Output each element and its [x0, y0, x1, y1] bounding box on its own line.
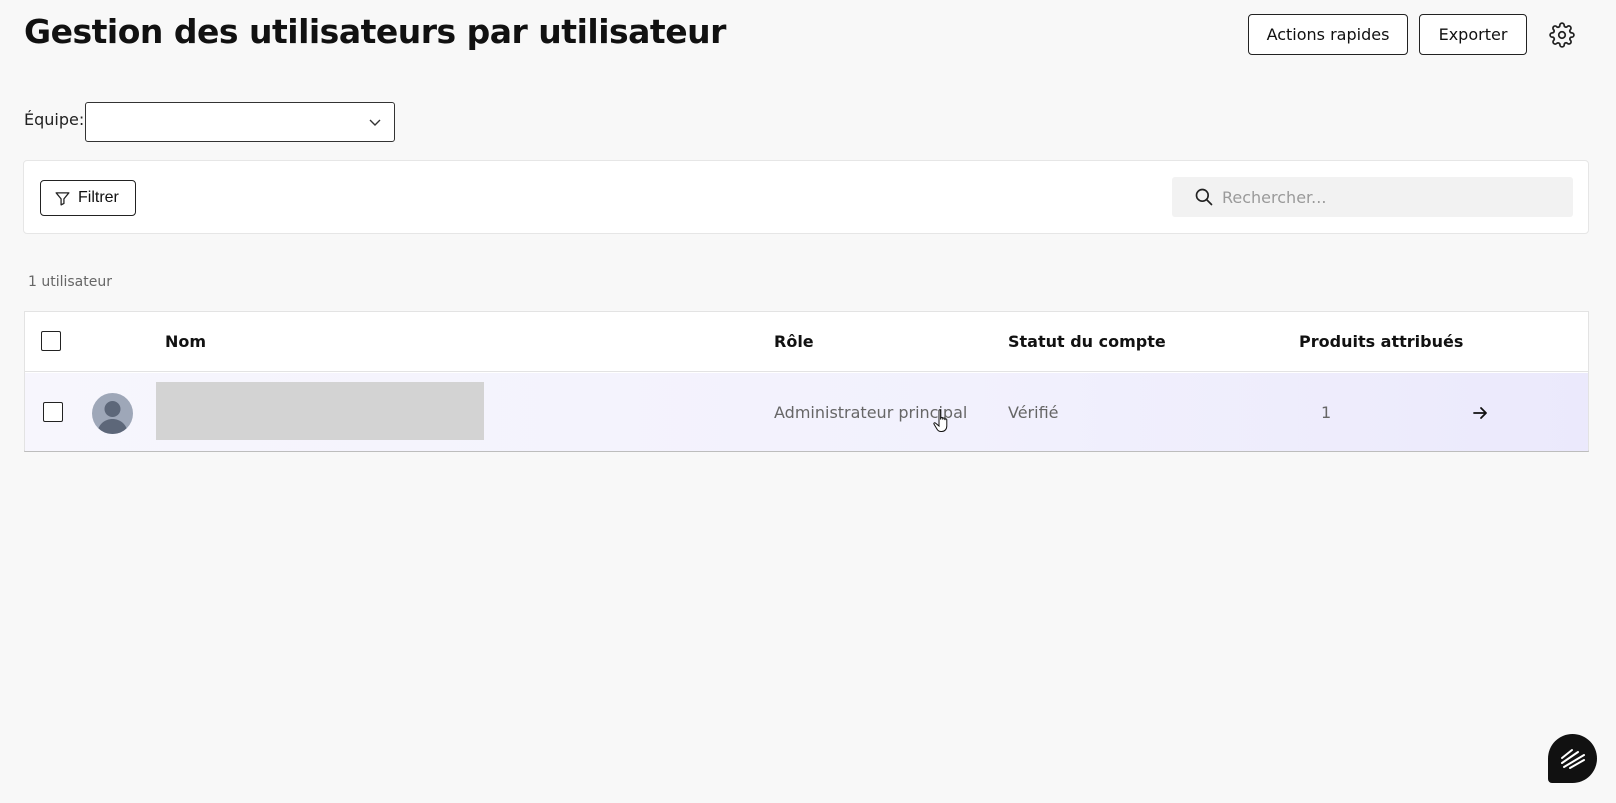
team-select[interactable] [85, 102, 395, 142]
chat-assistant-icon [1560, 748, 1585, 769]
hand-pointer-cursor-icon [933, 409, 948, 432]
table-header: Nom Rôle Statut du compte Produits attri… [25, 312, 1588, 372]
page-title: Gestion des utilisateurs par utilisateur [24, 12, 726, 51]
search-icon [1195, 188, 1213, 206]
column-header-role[interactable]: Rôle [774, 332, 814, 351]
table-row[interactable]: Administrateur principal Vérifié 1 [25, 373, 1588, 451]
column-header-name[interactable]: Nom [165, 332, 206, 351]
gear-icon[interactable] [1549, 22, 1575, 48]
arrow-right-icon[interactable] [1471, 404, 1489, 422]
export-button[interactable]: Exporter [1419, 14, 1527, 55]
team-filter-label: Équipe: [24, 110, 85, 129]
column-header-products[interactable]: Produits attribués [1299, 332, 1463, 351]
filter-panel: Filtrer [23, 160, 1589, 234]
row-checkbox[interactable] [43, 402, 63, 422]
assigned-products-count: 1 [1321, 403, 1332, 422]
search-box[interactable] [1172, 177, 1573, 217]
user-name-redacted [156, 382, 484, 440]
chat-assistant-button[interactable] [1548, 734, 1597, 783]
account-status: Vérifié [1008, 403, 1059, 422]
column-header-status[interactable]: Statut du compte [1008, 332, 1166, 351]
quick-actions-button[interactable]: Actions rapides [1248, 14, 1408, 55]
filter-button[interactable]: Filtrer [40, 180, 136, 216]
select-all-checkbox[interactable] [41, 331, 61, 351]
search-input[interactable] [1222, 187, 1562, 207]
user-count: 1 utilisateur [28, 274, 112, 290]
chevron-down-icon [369, 119, 381, 126]
funnel-icon [55, 191, 70, 206]
filter-button-label: Filtrer [78, 189, 119, 206]
users-table: Nom Rôle Statut du compte Produits attri… [24, 311, 1589, 452]
user-avatar-icon [92, 393, 133, 434]
